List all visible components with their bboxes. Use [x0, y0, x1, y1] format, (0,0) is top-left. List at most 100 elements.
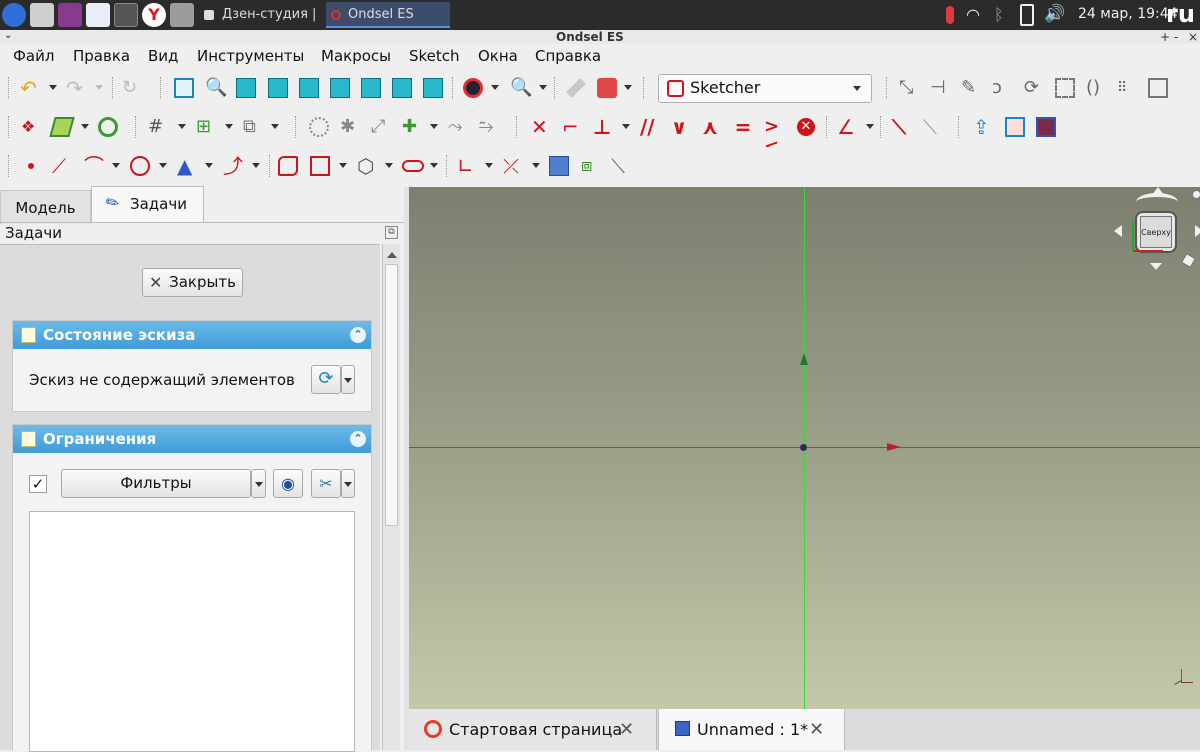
toolbar-grip[interactable]: [8, 155, 10, 177]
wifi-icon[interactable]: ◠: [966, 5, 980, 24]
bspline-dropdown-icon[interactable]: [252, 163, 260, 168]
file-manager-icon[interactable]: [170, 3, 194, 27]
camera-icon[interactable]: [30, 3, 54, 27]
toggle-driving-icon[interactable]: ⟍: [892, 117, 912, 137]
right-view-icon[interactable]: [330, 78, 350, 98]
constrain-angle-icon[interactable]: ∠: [837, 117, 857, 137]
select-elements-icon[interactable]: [309, 117, 329, 137]
rotate-arc-icon[interactable]: [1136, 193, 1178, 211]
nav-menu-icon[interactable]: [1192, 190, 1200, 199]
leave-dropdown-icon[interactable]: [81, 124, 89, 129]
calculator-icon[interactable]: [114, 3, 138, 27]
rear-view-icon[interactable]: [361, 78, 381, 98]
tab-start-page[interactable]: Стартовая страница ✕: [409, 709, 657, 750]
arc-dropdown-icon[interactable]: [112, 163, 120, 168]
leave-sketch-icon[interactable]: [49, 117, 75, 137]
maximize-button[interactable]: +: [1160, 30, 1170, 44]
toggle-construction-icon[interactable]: [1036, 117, 1056, 137]
create-polygon-icon[interactable]: ⬡: [357, 156, 377, 176]
external-geometry-icon[interactable]: ⇪: [973, 117, 993, 137]
nav-arrow-down-icon[interactable]: [1150, 263, 1162, 270]
navigation-cube[interactable]: Сверху: [1114, 187, 1200, 277]
fit-all-icon[interactable]: [174, 78, 194, 98]
snap-dropdown-icon[interactable]: [225, 124, 233, 129]
grid-dropdown-icon[interactable]: [178, 124, 186, 129]
dimension-dropdown-icon[interactable]: [866, 124, 874, 129]
select-origin-icon[interactable]: ⤢: [371, 117, 391, 137]
nav-arrow-right-icon[interactable]: [1195, 225, 1200, 237]
filters-dropdown-button[interactable]: [251, 469, 266, 498]
fillet-dropdown-icon[interactable]: [485, 163, 493, 168]
rectangle-dropdown-icon[interactable]: [339, 163, 347, 168]
volume-icon[interactable]: 🔊: [1044, 4, 1065, 24]
menu-file[interactable]: Файл: [13, 46, 54, 66]
nav-arrow-up-icon[interactable]: [1152, 187, 1164, 195]
text-editor-icon[interactable]: [86, 3, 110, 27]
close-shape-icon[interactable]: [98, 117, 118, 137]
create-line-icon[interactable]: ⟋: [52, 156, 72, 176]
clone-icon[interactable]: ⥲: [479, 117, 499, 137]
top-view-icon[interactable]: [299, 78, 319, 98]
fit-selection-icon[interactable]: 🔍: [205, 78, 227, 98]
menu-help[interactable]: Справка: [535, 46, 601, 66]
create-bspline-icon[interactable]: ⤴: [223, 156, 243, 176]
taskbar-task-dzen[interactable]: Дзен-студия | ...: [200, 2, 320, 48]
constrain-horizontal-icon[interactable]: ⊥: [593, 117, 613, 137]
toolbar-grip[interactable]: [8, 77, 10, 99]
toggle-active-icon[interactable]: ⟍: [923, 117, 943, 137]
temperature-icon[interactable]: [946, 6, 954, 24]
menu-view[interactable]: Вид: [148, 46, 178, 66]
snap-icon[interactable]: ⊞: [196, 117, 216, 137]
create-circle-icon[interactable]: [130, 156, 150, 176]
constraints-filter-checkbox[interactable]: ✓: [29, 475, 47, 493]
front-view-icon[interactable]: [268, 78, 288, 98]
settings-dropdown-button[interactable]: [341, 469, 355, 498]
bottom-view-icon[interactable]: [392, 78, 412, 98]
taskbar-task-ondsel[interactable]: Ondsel ES: [326, 2, 450, 28]
part-dropdown-icon[interactable]: [624, 85, 632, 90]
redo-icon[interactable]: ↷: [66, 78, 86, 98]
scrollbar-thumb[interactable]: [385, 264, 398, 526]
close-window-button[interactable]: ×: [1188, 30, 1198, 44]
menu-windows[interactable]: Окна: [478, 46, 518, 66]
view-menu-cube-icon[interactable]: [1180, 252, 1197, 269]
tab-model[interactable]: Модель: [0, 190, 91, 224]
create-fillet-icon[interactable]: ∟: [457, 156, 477, 176]
visibility-button[interactable]: ◉: [273, 469, 303, 498]
conic-dropdown-icon[interactable]: [205, 163, 213, 168]
close-sketch-button[interactable]: ✕ Закрыть: [142, 268, 243, 297]
tab-unnamed-document[interactable]: Unnamed : 1* ✕: [658, 709, 845, 750]
constraints-header[interactable]: Ограничения ⌃: [13, 425, 371, 453]
slot-dropdown-icon[interactable]: [430, 163, 438, 168]
constrain-point-on-object-icon[interactable]: ⌐: [562, 117, 582, 137]
task-panel-scrollbar[interactable]: [382, 244, 400, 750]
measure-zoom-icon[interactable]: 🔍: [510, 78, 532, 98]
battery-icon[interactable]: [1020, 4, 1034, 26]
constrain-perpendicular-icon[interactable]: ∨: [671, 117, 691, 137]
collapse-icon[interactable]: ⌃: [350, 431, 366, 447]
settings-button[interactable]: ✂: [311, 469, 341, 498]
trim-dropdown-icon[interactable]: [532, 163, 540, 168]
constraints-list[interactable]: [29, 511, 355, 752]
window-menu-icon[interactable]: ⌄: [4, 29, 12, 43]
constrain-coincident-icon[interactable]: ✕: [531, 117, 551, 137]
circle-dropdown-icon[interactable]: [159, 163, 167, 168]
nav-arrow-left-icon[interactable]: [1114, 225, 1122, 237]
sketch-origin-point[interactable]: [800, 444, 807, 451]
nav-cube-face[interactable]: Сверху: [1135, 211, 1177, 253]
select-conflicting-icon[interactable]: ✚: [402, 117, 422, 137]
clock[interactable]: 24 мар, 19:44: [1078, 6, 1178, 22]
workbench-selector[interactable]: Sketcher: [658, 74, 872, 103]
grid-icon[interactable]: #: [148, 117, 168, 137]
media-player-icon[interactable]: [58, 3, 82, 27]
bluetooth-icon[interactable]: ᛒ: [994, 5, 1004, 24]
measure-tool-icon[interactable]: [566, 78, 586, 98]
collapse-icon[interactable]: ⌃: [350, 327, 366, 343]
menu-sketch[interactable]: Sketch: [409, 46, 460, 66]
undock-icon[interactable]: ⧉: [385, 226, 398, 239]
scroll-up-icon[interactable]: [387, 252, 397, 258]
left-view-icon[interactable]: [423, 78, 443, 98]
draw-style-icon[interactable]: [463, 78, 483, 98]
refresh-icon[interactable]: ↻: [122, 78, 142, 98]
create-point-icon[interactable]: [28, 163, 34, 169]
